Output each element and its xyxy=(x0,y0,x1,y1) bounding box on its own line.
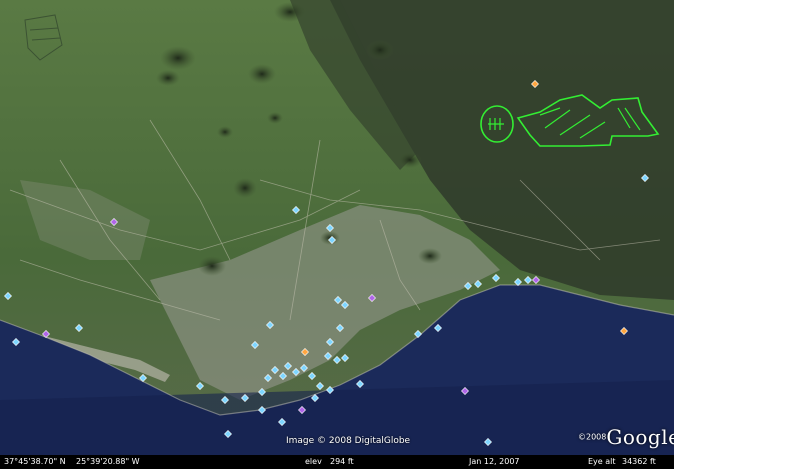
imagery-copyright: Image © 2008 DigitalGlobe xyxy=(286,436,411,446)
status-bar: 37°45'38.70" N 25°39'20.88" W elev 294 f… xyxy=(0,455,674,469)
map-viewport[interactable]: Image © 2008 DigitalGlobe ©2008Google 37… xyxy=(0,0,674,469)
elevation-label: elev xyxy=(305,457,322,466)
eye-alt-label: Eye alt xyxy=(588,457,616,466)
logo-year: ©2008 xyxy=(578,432,607,442)
google-logo: ©2008Google xyxy=(578,425,674,449)
blank-margin xyxy=(674,0,800,469)
imagery-date: Jan 12, 2007 xyxy=(469,457,520,466)
eye-alt-value: 34362 ft xyxy=(622,457,656,466)
logo-word: Google xyxy=(606,425,674,449)
satellite-imagery[interactable] xyxy=(0,0,674,469)
latitude-readout: 37°45'38.70" N xyxy=(4,457,66,466)
elevation-value: 294 ft xyxy=(330,457,354,466)
longitude-readout: 25°39'20.88" W xyxy=(76,457,140,466)
